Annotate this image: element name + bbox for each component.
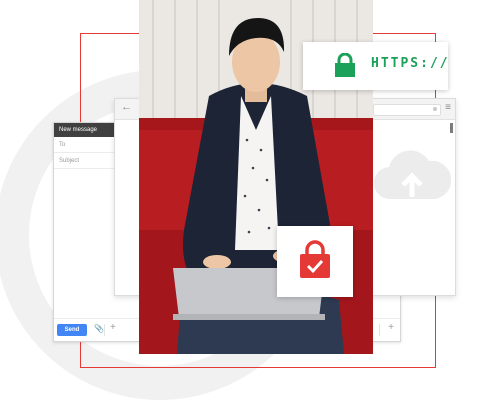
secure-lock-badge (277, 226, 353, 297)
bookmark-icon[interactable] (433, 107, 437, 111)
to-label: To (59, 142, 66, 148)
plus-icon[interactable]: + (110, 322, 116, 333)
https-text: HTTPS:// (371, 56, 450, 71)
send-button[interactable]: Send (57, 324, 87, 336)
address-bar[interactable] (373, 104, 441, 116)
subject-label: Subject (59, 158, 80, 164)
lock-check-icon (300, 240, 330, 278)
toolbar-divider (379, 324, 380, 336)
toolbar-divider (104, 324, 105, 336)
scrollbar[interactable] (450, 123, 453, 133)
paperclip-icon[interactable]: 📎 (94, 324, 104, 333)
back-arrow-icon[interactable]: ← (121, 101, 132, 113)
cloud-icon (374, 150, 451, 200)
menu-icon[interactable]: ≡ (445, 102, 451, 113)
plus-icon[interactable]: + (388, 322, 394, 333)
lock-icon (335, 53, 355, 77)
https-badge: HTTPS:// (303, 42, 448, 90)
